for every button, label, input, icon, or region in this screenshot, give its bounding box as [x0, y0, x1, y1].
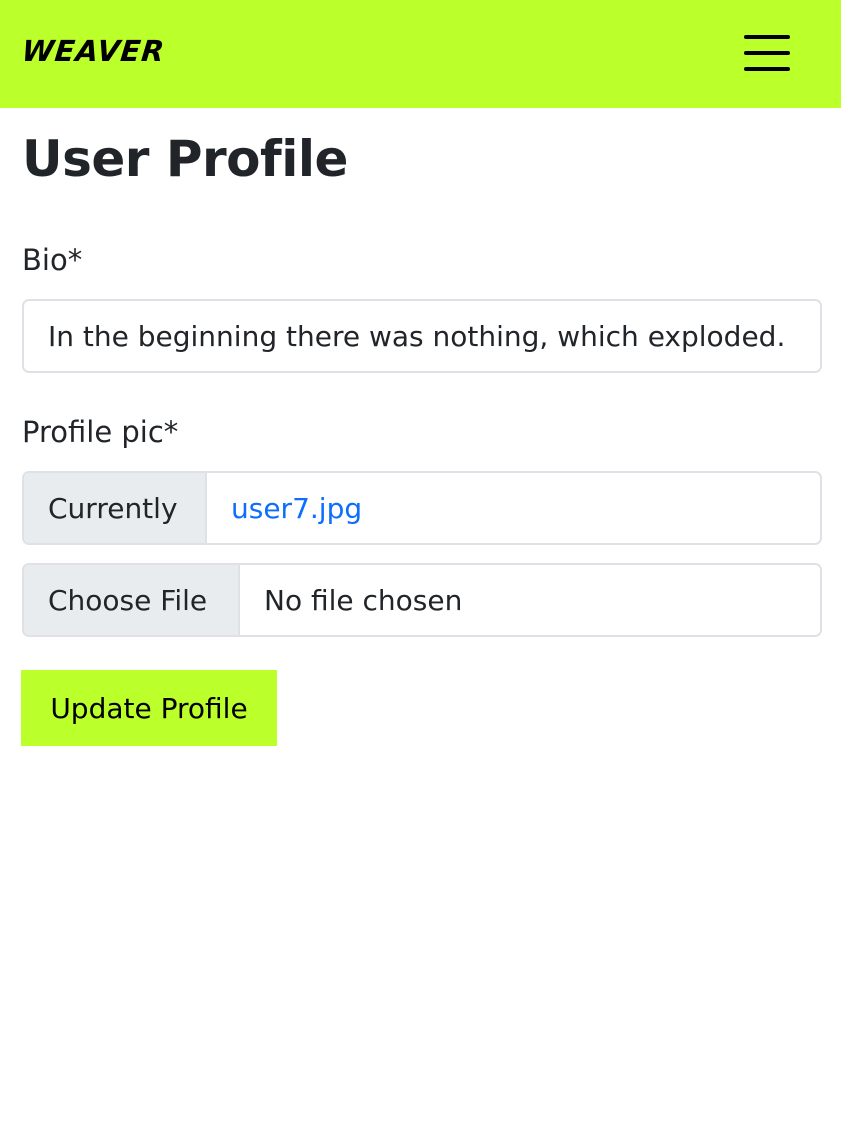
navbar: WEAVER: [0, 0, 841, 108]
file-input[interactable]: Choose File No file chosen: [22, 563, 822, 637]
bio-label: Bio*: [22, 243, 83, 277]
profile-pic-label: Profile pic*: [22, 415, 179, 449]
choose-file-button[interactable]: Choose File: [24, 565, 240, 635]
hamburger-menu-icon[interactable]: [733, 26, 801, 82]
currently-label: Currently: [24, 473, 207, 543]
current-file-link[interactable]: user7.jpg: [231, 492, 362, 525]
brand-logo[interactable]: WEAVER: [20, 30, 167, 72]
page-title: User Profile: [22, 130, 348, 188]
file-status-text: No file chosen: [264, 583, 463, 617]
bio-input[interactable]: [22, 299, 822, 373]
current-file-group: Currently user7.jpg: [22, 471, 822, 545]
update-profile-button[interactable]: Update Profile: [21, 670, 277, 746]
